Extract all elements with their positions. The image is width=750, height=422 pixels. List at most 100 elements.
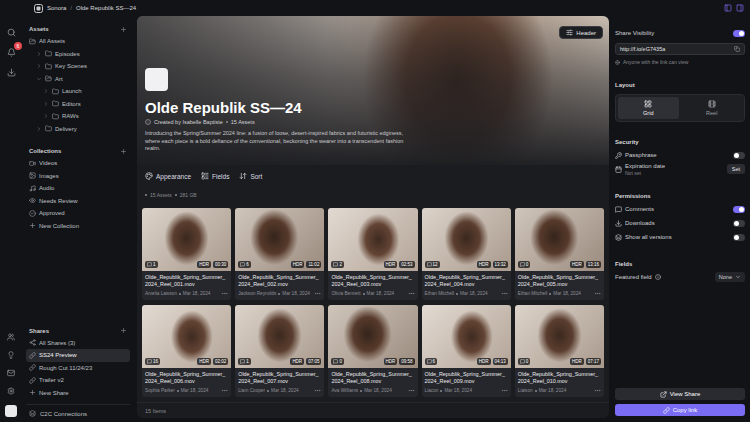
asset-card[interactable]: 0HDR09:58Olde_Republik_Spring_Summer_202… [328, 305, 417, 397]
search-button[interactable] [4, 25, 18, 39]
asset-thumbnail[interactable]: 1HDR07:05 [235, 305, 324, 368]
asset-card[interactable]: 6HDR11:02Olde_Republik_Spring_Summer_202… [235, 208, 324, 300]
share-item[interactable]: SS24 Preview [26, 349, 130, 362]
setting-row: Share Visibility [615, 26, 745, 40]
more-button[interactable] [594, 387, 601, 394]
toolbar-button[interactable]: Fields [201, 172, 229, 180]
asset-filename: Olde_Republik_Spring_Summer_2024_Reel_00… [518, 274, 601, 288]
asset-meta: Jackson ReynoldsMar 18, 2024 [238, 290, 321, 297]
collection-item[interactable]: Videos [26, 157, 130, 170]
asset-thumbnail[interactable]: 1HDR00:30 [142, 208, 231, 271]
permission-toggle[interactable] [733, 234, 745, 241]
asset-thumbnail[interactable]: 0HDR07:17 [515, 305, 604, 368]
duration-badge: 13:32 [493, 261, 508, 268]
share-link-field[interactable]: http://f.io/eG7435a [615, 43, 745, 55]
folder-item[interactable]: Art [26, 73, 130, 86]
connections-link[interactable]: C2C Connections [26, 404, 130, 422]
featured-field-select[interactable]: None [715, 272, 745, 282]
layout-option[interactable]: Reel [682, 97, 743, 119]
asset-thumbnail[interactable]: 6HDR04:13 [422, 305, 511, 368]
tips-button[interactable] [4, 348, 18, 362]
duration-badge: 02:02 [213, 358, 228, 365]
copy-link-button[interactable]: Copy link [615, 404, 745, 416]
right-panel-icon[interactable] [736, 4, 744, 12]
permission-toggle[interactable] [733, 220, 745, 227]
asset-grid: 1HDR00:30 Olde_Republik_Spring_Summer_202… [137, 203, 609, 402]
collection-item[interactable]: Audio [26, 182, 130, 195]
folder-item[interactable]: Launch [26, 85, 130, 98]
folder-item[interactable]: Key Scenes [26, 60, 130, 73]
add-button[interactable] [120, 26, 127, 33]
asset-thumbnail[interactable]: 0HDR13:16 [515, 208, 604, 271]
comment-icon [333, 262, 338, 267]
collection-item[interactable]: Needs Review [26, 195, 130, 208]
asset-card[interactable]: 6HDR04:13Olde_Republik_Spring_Summer_202… [422, 305, 511, 397]
folder-item[interactable]: All Assets [26, 35, 130, 48]
user-avatar[interactable] [5, 405, 17, 417]
asset-card[interactable]: 12HDR13:32Olde_Republik_Spring_Summer_20… [422, 208, 511, 300]
share-title: Olde Republik SS—24 [145, 99, 603, 117]
asset-thumbnail[interactable]: 12HDR13:32 [422, 208, 511, 271]
left-panel-icon[interactable] [724, 4, 732, 12]
asset-filename: Olde_Republik_Spring_Summer_2024_Reel_00… [238, 371, 321, 385]
team-button[interactable] [4, 330, 18, 344]
more-button[interactable] [408, 290, 415, 297]
collection-item[interactable]: Images [26, 170, 130, 183]
toggle-knob [739, 31, 744, 36]
toolbar-button[interactable]: Appearance [145, 172, 191, 180]
asset-card[interactable]: 0HDR13:16 Olde_Republik_Spring_Summer_202… [515, 208, 604, 300]
add-button[interactable] [120, 327, 127, 334]
set-button[interactable]: Set [727, 164, 745, 174]
view-share-button[interactable]: View Share [615, 388, 745, 400]
asset-card[interactable]: 0HDR07:17Olde_Republik_Spring_Summer_202… [515, 305, 604, 397]
folder-item[interactable]: RAWs [26, 110, 130, 123]
share-item[interactable]: Trailer v2 [26, 374, 130, 387]
comment-count: 12 [425, 261, 440, 268]
asset-card[interactable]: 1HDR07:05 Olde_Republik_Spring_Summer_202… [235, 305, 324, 397]
share-item[interactable]: All Shares (3) [26, 337, 130, 350]
asset-card[interactable]: 1HDR00:30Olde_Republik_Spring_Summer_202… [142, 208, 231, 300]
collection-item[interactable]: Approved [26, 207, 130, 220]
toolbar: Appearance Fields Sort [137, 165, 609, 187]
folder-item[interactable]: Episodes [26, 48, 130, 61]
add-button[interactable] [120, 148, 127, 155]
asset-card[interactable]: 16HDR02:02Olde_Republik_Spring_Summer_20… [142, 305, 231, 397]
notifications-button[interactable]: 6 [4, 45, 18, 59]
folder-item[interactable]: Delivery [26, 123, 130, 136]
asset-thumbnail[interactable]: 0HDR09:58 [328, 305, 417, 368]
more-button[interactable] [408, 387, 415, 394]
more-button[interactable] [594, 290, 601, 297]
asset-thumbnail[interactable]: 6HDR11:02 [235, 208, 324, 271]
asset-thumbnail[interactable]: 2HDR02:53 [328, 208, 417, 271]
more-button[interactable] [314, 387, 321, 394]
more-button[interactable] [501, 290, 508, 297]
more-button[interactable] [501, 387, 508, 394]
header-button[interactable]: Header [559, 26, 603, 39]
passphrase-toggle[interactable] [733, 152, 745, 159]
share-item[interactable]: Rough Cut 11/24/23 [26, 362, 130, 375]
collection-item[interactable]: New Collection [26, 220, 130, 233]
copy-icon[interactable] [734, 46, 740, 52]
breadcrumb-page[interactable]: Olde Republik SS—24 [76, 5, 136, 11]
versions-icon [615, 234, 622, 241]
permission-toggle[interactable] [733, 206, 745, 213]
downloads-button[interactable] [4, 65, 18, 79]
reel-icon [708, 100, 716, 108]
app-name[interactable]: Sonora [47, 5, 66, 11]
asset-card[interactable]: 2HDR02:53Olde_Republik_Spring_Summer_202… [328, 208, 417, 300]
folder-icon [45, 125, 52, 132]
more-button[interactable] [314, 290, 321, 297]
layout-option[interactable]: Grid [618, 97, 679, 119]
toolbar-button[interactable]: Sort [239, 172, 262, 180]
more-button[interactable] [221, 290, 228, 297]
comment-icon [147, 359, 152, 364]
duration-badge: 07:17 [586, 358, 601, 365]
share-item[interactable]: New Share [26, 387, 130, 400]
asset-thumbnail[interactable]: 16HDR02:02 [142, 305, 231, 368]
inbox-button[interactable] [4, 366, 18, 380]
settings-button[interactable] [4, 384, 18, 398]
plus-icon [120, 26, 127, 33]
folder-item[interactable]: Editors [26, 98, 130, 111]
more-button[interactable] [221, 387, 228, 394]
visibility-toggle[interactable] [733, 30, 745, 37]
